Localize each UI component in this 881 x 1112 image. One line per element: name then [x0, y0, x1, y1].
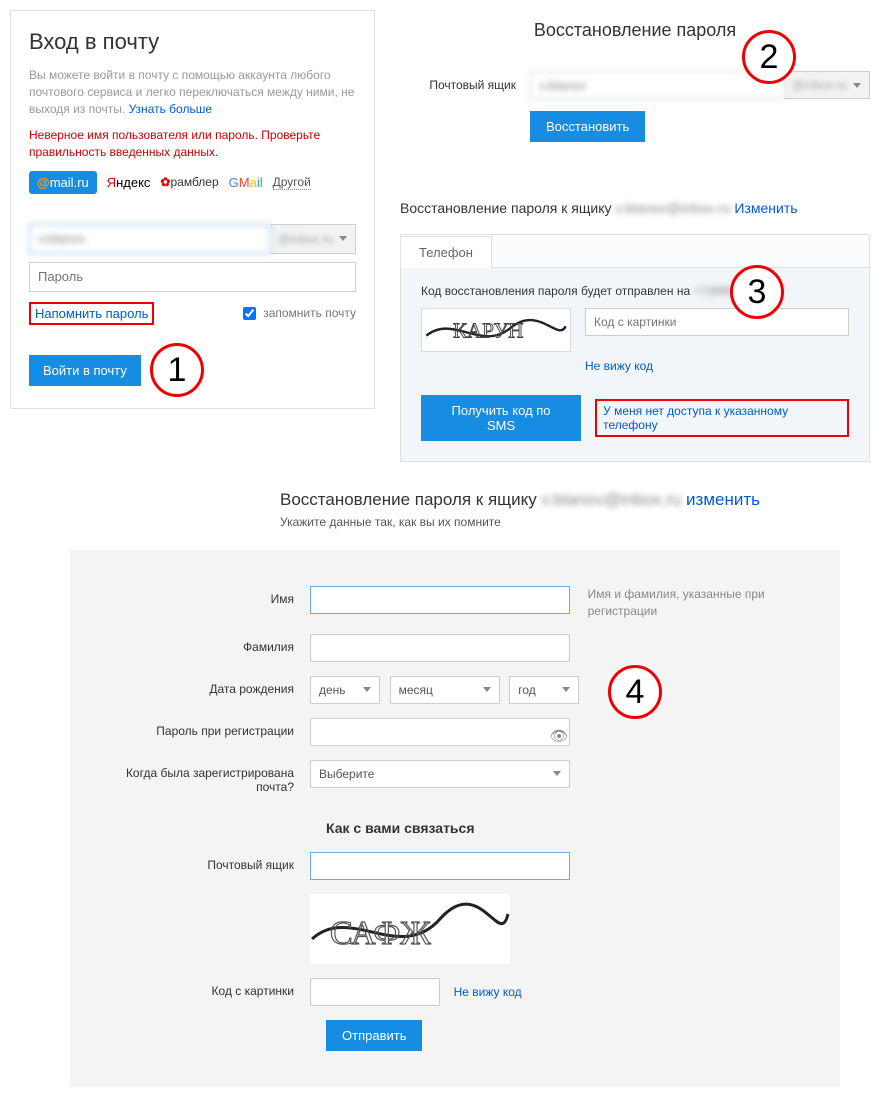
cant-see-code-link[interactable]: Не вижу код	[585, 359, 653, 373]
provider-mailru[interactable]: @mail.ru	[29, 171, 97, 194]
chevron-down-icon	[483, 687, 491, 692]
provider-gmail[interactable]: GMail	[229, 175, 263, 190]
provider-other[interactable]: Другой	[273, 175, 311, 190]
code-sent-message: Код восстановления пароля будет отправле…	[421, 284, 849, 298]
form4-change-link[interactable]: изменить	[686, 490, 760, 509]
username-row: @inbox.ru	[29, 224, 356, 254]
chevron-down-icon	[339, 236, 347, 241]
chevron-down-icon	[553, 771, 561, 776]
svg-text:КАРУН: КАРУН	[453, 319, 523, 343]
day-select[interactable]: день	[310, 676, 380, 704]
month-select[interactable]: месяц	[390, 676, 500, 704]
callout-2: 2	[742, 30, 796, 84]
change-mailbox-link[interactable]: Изменить	[734, 200, 797, 216]
label-surname: Фамилия	[100, 634, 310, 654]
no-phone-access-highlight: У меня нет доступа к указанному телефону	[595, 399, 849, 437]
label-when-reg: Когда была зарегистрирована почта?	[100, 760, 310, 794]
phone-panel-title: Восстановление пароля к ящику v.blanov@i…	[400, 200, 870, 216]
provider-yandex[interactable]: Яндекс	[107, 175, 151, 190]
remember-checkbox[interactable]	[243, 307, 256, 320]
recover-panel: Восстановление пароля Почтовый ящик @inb…	[400, 20, 870, 154]
captcha-image: КАРУН	[421, 308, 571, 352]
chevron-down-icon	[363, 687, 371, 692]
tab-phone[interactable]: Телефон	[400, 236, 492, 268]
learn-more-link[interactable]: Узнать больше	[129, 102, 212, 116]
phone-panel-mailbox: v.blanov@inbox.ru	[615, 200, 730, 216]
recover-button[interactable]: Восстановить	[530, 111, 645, 142]
remember-checkbox-label[interactable]: запомнить почту	[239, 304, 356, 323]
callout-4: 4	[608, 665, 662, 719]
callout-3: 3	[730, 265, 784, 319]
when-reg-select[interactable]: Выберите	[310, 760, 570, 788]
reg-password-input[interactable]	[310, 718, 570, 746]
label-captcha-code: Код с картинки	[100, 978, 310, 998]
recovery-form: Имя Имя и фамилия, указанные при регистр…	[70, 550, 840, 1087]
name-input[interactable]	[310, 586, 570, 614]
mailbox-input[interactable]	[530, 71, 784, 99]
captcha-image-big: САФЖ	[310, 894, 510, 964]
domain-label: @inbox.ru	[278, 232, 333, 246]
password-input[interactable]	[29, 262, 356, 292]
cant-see-code-link-2[interactable]: Не вижу код	[454, 985, 522, 999]
label-dob: Дата рождения	[100, 676, 310, 696]
form4-mailbox: v.blanov@inbox.ru	[542, 490, 682, 509]
provider-list: @mail.ru Яндекс ✿рамблер GMail Другой	[29, 171, 356, 194]
phone-tab-container: Телефон Код восстановления пароля будет …	[400, 234, 870, 462]
login-error: Неверное имя пользователя или пароль. Пр…	[29, 127, 356, 161]
login-title: Вход в почту	[29, 29, 356, 55]
chevron-down-icon	[853, 83, 861, 88]
remind-password-link[interactable]: Напомнить пароль	[35, 306, 148, 321]
label-name: Имя	[100, 586, 310, 606]
contact-section-heading: Как с вами связаться	[326, 820, 810, 836]
form4-subtitle: Укажите данные так, как вы их помните	[280, 515, 501, 529]
mailbox-label: Почтовый ящик	[400, 78, 530, 92]
login-button[interactable]: Войти в почту	[29, 355, 141, 386]
phone-recovery-panel: Восстановление пароля к ящику v.blanov@i…	[400, 200, 870, 462]
recover-title: Восстановление пароля	[400, 20, 870, 41]
send-button[interactable]: Отправить	[326, 1020, 422, 1051]
label-reg-password: Пароль при регистрации	[100, 718, 310, 738]
callout-1: 1	[150, 343, 204, 397]
domain-select[interactable]: @inbox.ru	[270, 224, 356, 254]
rambler-icon: ✿	[160, 175, 170, 189]
name-hint: Имя и фамилия, указанные при регистрации	[588, 586, 808, 620]
contact-mailbox-input[interactable]	[310, 852, 570, 880]
year-select[interactable]: год	[509, 676, 579, 704]
surname-input[interactable]	[310, 634, 570, 662]
login-intro: Вы можете войти в почту с помощью аккаун…	[29, 67, 356, 117]
domain-label-2: @inbox.ru	[792, 78, 847, 92]
get-sms-code-button[interactable]: Получить код по SMS	[421, 395, 581, 441]
label-contact-mailbox: Почтовый ящик	[100, 852, 310, 872]
chevron-down-icon	[562, 687, 570, 692]
svg-text:САФЖ: САФЖ	[330, 915, 431, 952]
username-input[interactable]	[29, 224, 270, 254]
remember-text: запомнить почту	[263, 306, 356, 320]
form4-title: Восстановление пароля к ящику v.blanov@i…	[280, 490, 760, 510]
captcha-code-input[interactable]	[585, 308, 849, 336]
no-phone-access-link[interactable]: У меня нет доступа к указанному телефону	[603, 404, 788, 432]
captcha-code-input-2[interactable]	[310, 978, 440, 1006]
domain-select-2[interactable]: @inbox.ru	[784, 71, 870, 99]
provider-rambler[interactable]: ✿рамблер	[160, 175, 218, 189]
remind-password-highlight: Напомнить пароль	[29, 302, 154, 325]
